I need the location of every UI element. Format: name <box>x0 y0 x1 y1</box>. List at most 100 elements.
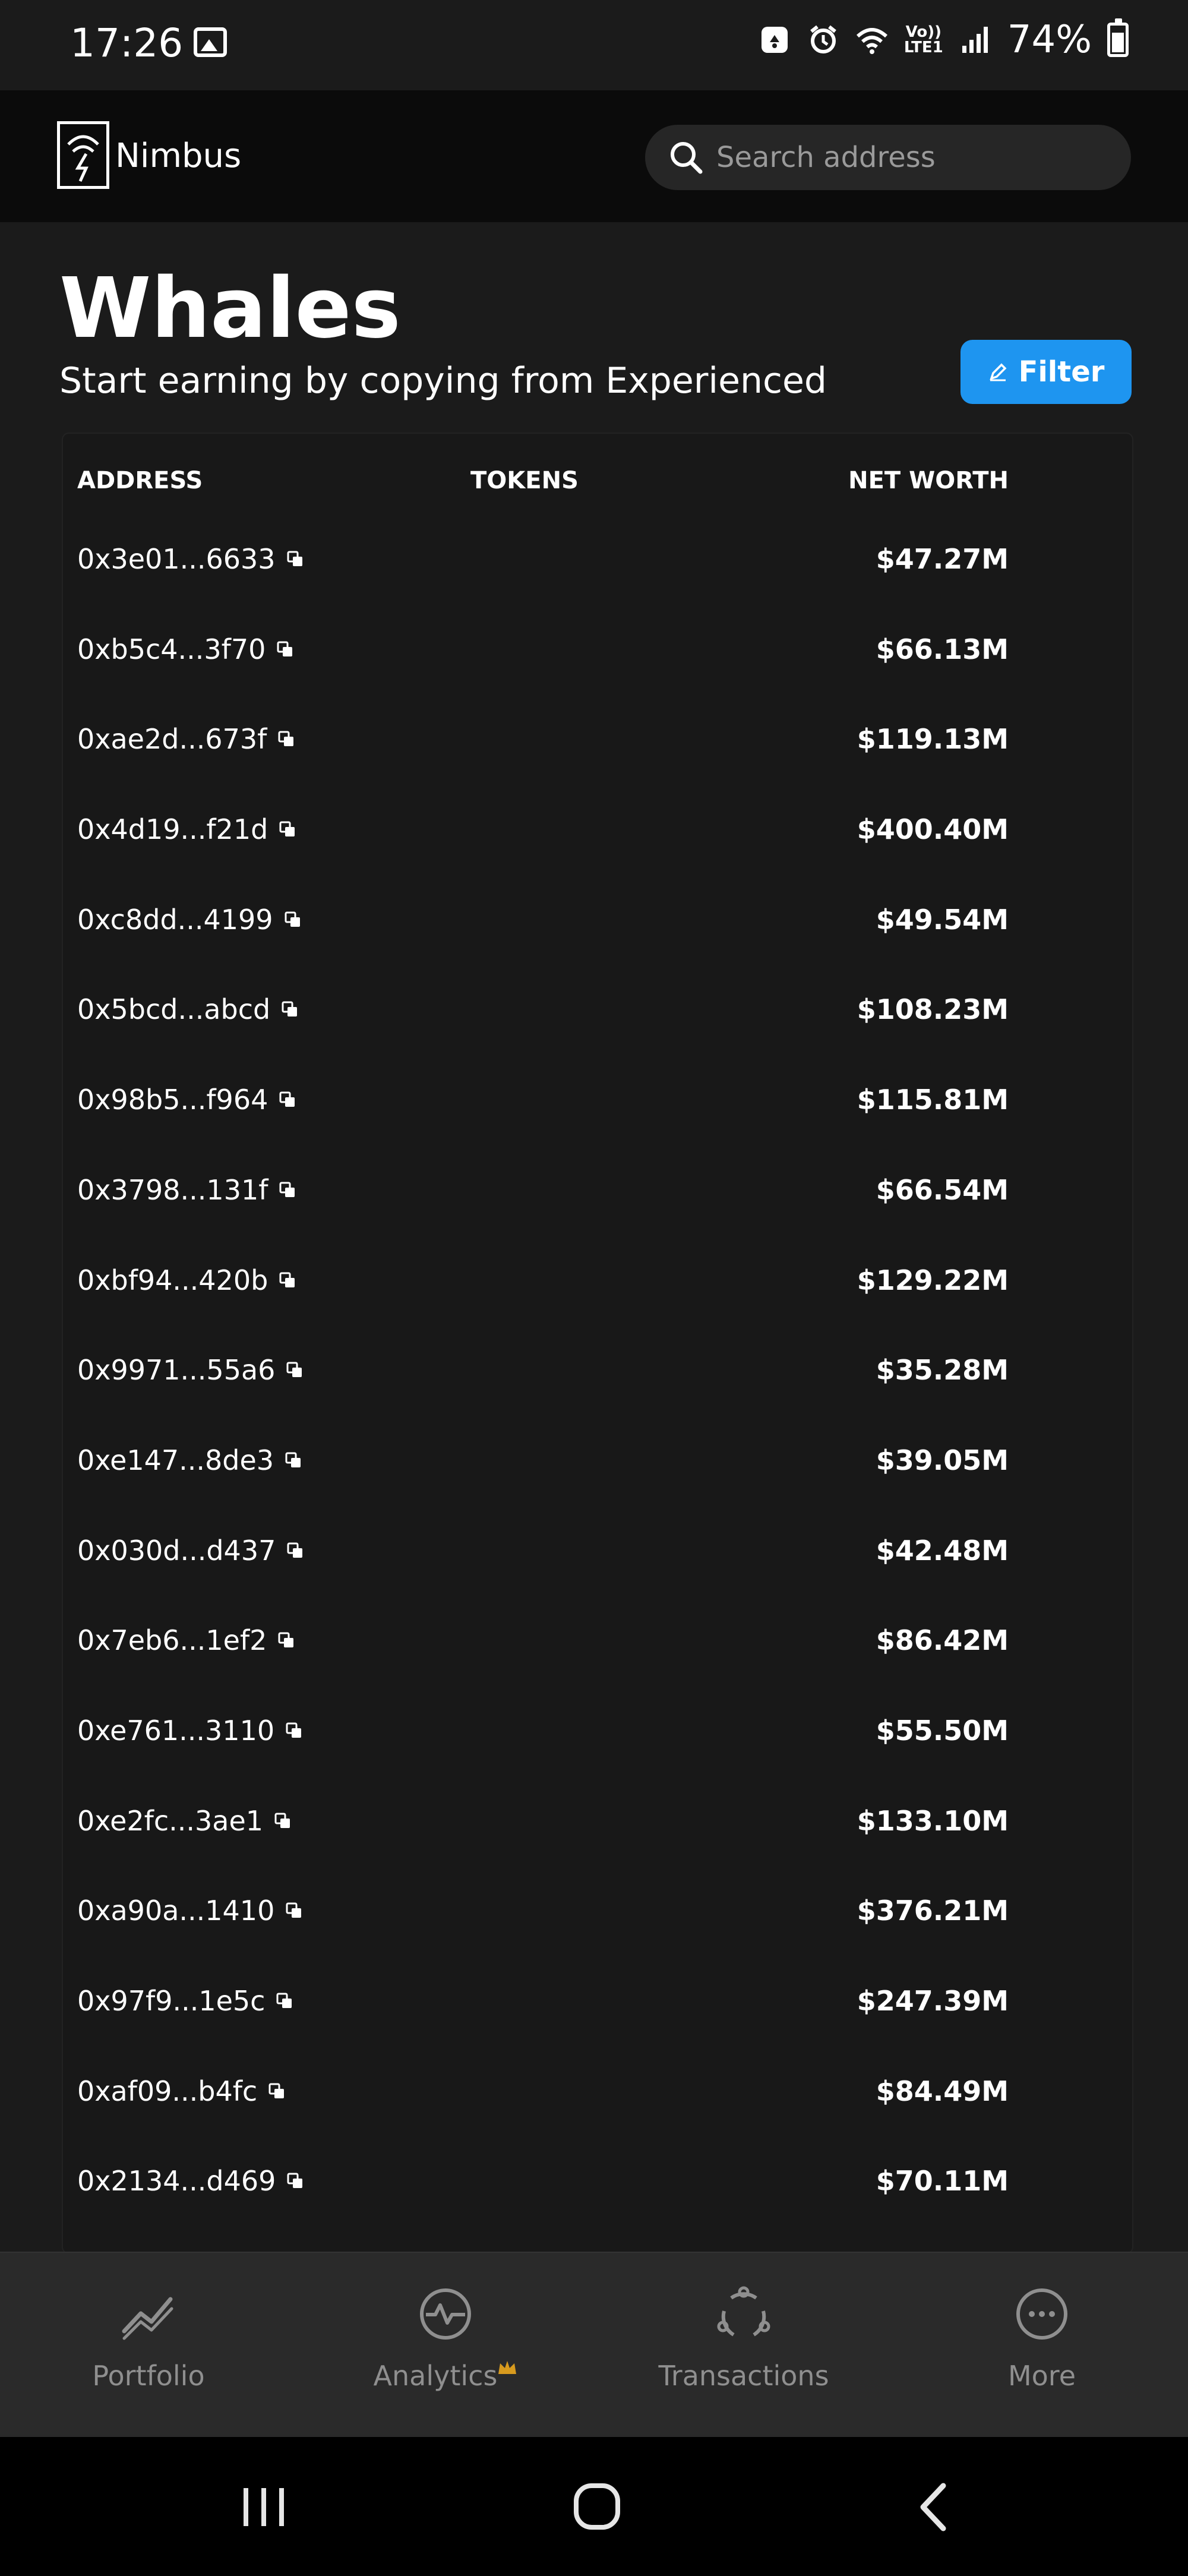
address-text[interactable]: 0x3e01...6633 <box>77 543 276 575</box>
table-row[interactable]: 0x9971...55a6 $35.28M <box>63 1336 1132 1426</box>
table-row[interactable]: 0xa90a...1410 $376.21M <box>63 1877 1132 1967</box>
page-title: Whales <box>59 260 401 357</box>
table-row[interactable]: 0xc8dd...4199 $49.54M <box>63 886 1132 976</box>
nimbus-logo-icon[interactable] <box>57 121 109 189</box>
copy-icon[interactable] <box>279 1181 296 1199</box>
copy-icon[interactable] <box>279 1091 296 1109</box>
table-row[interactable]: 0x98b5...f964 $115.81M <box>63 1066 1132 1156</box>
table-row[interactable]: 0xaf09...b4fc $84.49M <box>63 2057 1132 2148</box>
address-cell[interactable]: 0x7eb6...1ef2 <box>77 1624 295 1656</box>
address-cell[interactable]: 0x4d19...f21d <box>77 813 296 845</box>
copy-icon[interactable] <box>286 550 304 568</box>
table-row[interactable]: 0xe2fc...3ae1 $133.10M <box>63 1787 1132 1877</box>
address-cell[interactable]: 0xe2fc...3ae1 <box>77 1805 292 1837</box>
column-header-net-worth[interactable]: NET WORTH <box>848 467 1009 494</box>
copy-icon[interactable] <box>279 820 296 838</box>
copy-icon[interactable] <box>268 2082 286 2100</box>
copy-icon[interactable] <box>285 1451 302 1469</box>
address-text[interactable]: 0xa90a...1410 <box>77 1895 274 1927</box>
address-text[interactable]: 0xb5c4...3f70 <box>77 633 266 665</box>
copy-icon[interactable] <box>286 1361 304 1379</box>
address-cell[interactable]: 0xbf94...420b <box>77 1264 296 1296</box>
address-cell[interactable]: 0x5bcd...abcd <box>77 993 299 1025</box>
search-bar[interactable] <box>645 125 1131 190</box>
address-text[interactable]: 0xe2fc...3ae1 <box>77 1805 263 1837</box>
address-cell[interactable]: 0xaf09...b4fc <box>77 2075 286 2107</box>
table-row[interactable]: 0x7eb6...1ef2 $86.42M <box>63 1606 1132 1697</box>
address-cell[interactable]: 0x9971...55a6 <box>77 1354 304 1386</box>
address-text[interactable]: 0x5bcd...abcd <box>77 993 270 1025</box>
filter-button[interactable]: Filter <box>960 340 1132 404</box>
table-row[interactable]: 0xb5c4...3f70 $66.13M <box>63 615 1132 706</box>
copy-icon[interactable] <box>281 1000 299 1018</box>
address-text[interactable]: 0xe761...3110 <box>77 1715 274 1747</box>
copy-icon[interactable] <box>279 1271 296 1289</box>
table-row[interactable]: 0x97f9...1e5c $247.39M <box>63 1967 1132 2057</box>
nav-more[interactable]: More <box>917 2281 1167 2392</box>
net-worth-cell: $115.81M <box>857 1084 1009 1116</box>
table-row[interactable]: 0x030d...d437 $42.48M <box>63 1517 1132 1607</box>
table-row[interactable]: 0xe761...3110 $55.50M <box>63 1697 1132 1787</box>
address-text[interactable]: 0x2134...d469 <box>77 2165 276 2197</box>
table-row[interactable]: 0xe147...8de3 $39.05M <box>63 1426 1132 1517</box>
net-worth-cell: $376.21M <box>857 1895 1009 1927</box>
nav-analytics[interactable]: Analytics <box>321 2281 570 2392</box>
column-header-tokens[interactable]: TOKENS <box>470 467 579 494</box>
address-cell[interactable]: 0x97f9...1e5c <box>77 1985 293 2017</box>
address-cell[interactable]: 0x3e01...6633 <box>77 543 304 575</box>
address-text[interactable]: 0xbf94...420b <box>77 1264 268 1296</box>
address-cell[interactable]: 0x030d...d437 <box>77 1535 304 1567</box>
copy-icon[interactable] <box>285 1902 303 1920</box>
address-text[interactable]: 0x4d19...f21d <box>77 813 268 845</box>
table-row[interactable]: 0x3798...131f $66.54M <box>63 1156 1132 1246</box>
address-text[interactable]: 0x98b5...f964 <box>77 1084 268 1116</box>
copy-icon[interactable] <box>274 1812 292 1830</box>
home-icon[interactable] <box>564 2477 630 2537</box>
table-row[interactable]: 0xbf94...420b $129.22M <box>63 1246 1132 1337</box>
address-text[interactable]: 0x7eb6...1ef2 <box>77 1624 267 1656</box>
address-cell[interactable]: 0x98b5...f964 <box>77 1084 296 1116</box>
network-type: Vo)) LTE1 <box>904 24 943 55</box>
address-text[interactable]: 0x9971...55a6 <box>77 1354 275 1386</box>
copy-icon[interactable] <box>284 911 302 929</box>
address-text[interactable]: 0x030d...d437 <box>77 1535 276 1567</box>
address-cell[interactable]: 0xae2d...673f <box>77 723 295 755</box>
address-text[interactable]: 0x3798...131f <box>77 1174 268 1206</box>
address-cell[interactable]: 0xe147...8de3 <box>77 1444 302 1476</box>
table-row[interactable]: 0x4d19...f21d $400.40M <box>63 795 1132 886</box>
nav-label-portfolio: Portfolio <box>92 2360 205 2392</box>
copy-icon[interactable] <box>286 2172 304 2190</box>
address-cell[interactable]: 0xe761...3110 <box>77 1715 303 1747</box>
brand-name[interactable]: Nimbus <box>115 137 241 175</box>
address-text[interactable]: 0x97f9...1e5c <box>77 1985 265 2017</box>
address-cell[interactable]: 0x2134...d469 <box>77 2165 304 2197</box>
address-text[interactable]: 0xae2d...673f <box>77 723 267 755</box>
table-row[interactable]: 0x3e01...6633 $47.27M <box>63 525 1132 615</box>
copy-icon[interactable] <box>277 1631 295 1649</box>
search-input[interactable] <box>715 140 1104 175</box>
address-text[interactable]: 0xe147...8de3 <box>77 1444 274 1476</box>
copy-icon[interactable] <box>285 1722 303 1740</box>
copy-icon[interactable] <box>277 730 295 748</box>
back-icon[interactable] <box>903 2477 968 2537</box>
search-icon <box>671 142 703 174</box>
address-text[interactable]: 0xc8dd...4199 <box>77 904 273 936</box>
copy-icon[interactable] <box>276 1992 293 2010</box>
table-row[interactable]: 0x2134...d469 $70.11M <box>63 2147 1132 2237</box>
battery-icon <box>1107 18 1129 57</box>
address-cell[interactable]: 0xc8dd...4199 <box>77 904 302 936</box>
net-worth-cell: $70.11M <box>876 2165 1009 2198</box>
column-header-address[interactable]: ADDRESS <box>77 467 203 494</box>
nav-transactions[interactable]: Transactions <box>619 2281 868 2392</box>
recents-icon[interactable] <box>232 2477 297 2537</box>
address-cell[interactable]: 0xb5c4...3f70 <box>77 633 294 665</box>
nav-portfolio[interactable]: Portfolio <box>24 2281 273 2392</box>
address-text[interactable]: 0xaf09...b4fc <box>77 2075 257 2107</box>
system-nav-bar <box>0 2437 1188 2576</box>
copy-icon[interactable] <box>286 1542 304 1560</box>
copy-icon[interactable] <box>276 640 294 658</box>
table-row[interactable]: 0xae2d...673f $119.13M <box>63 705 1132 795</box>
address-cell[interactable]: 0xa90a...1410 <box>77 1895 303 1927</box>
table-row[interactable]: 0x5bcd...abcd $108.23M <box>63 976 1132 1066</box>
address-cell[interactable]: 0x3798...131f <box>77 1174 296 1206</box>
